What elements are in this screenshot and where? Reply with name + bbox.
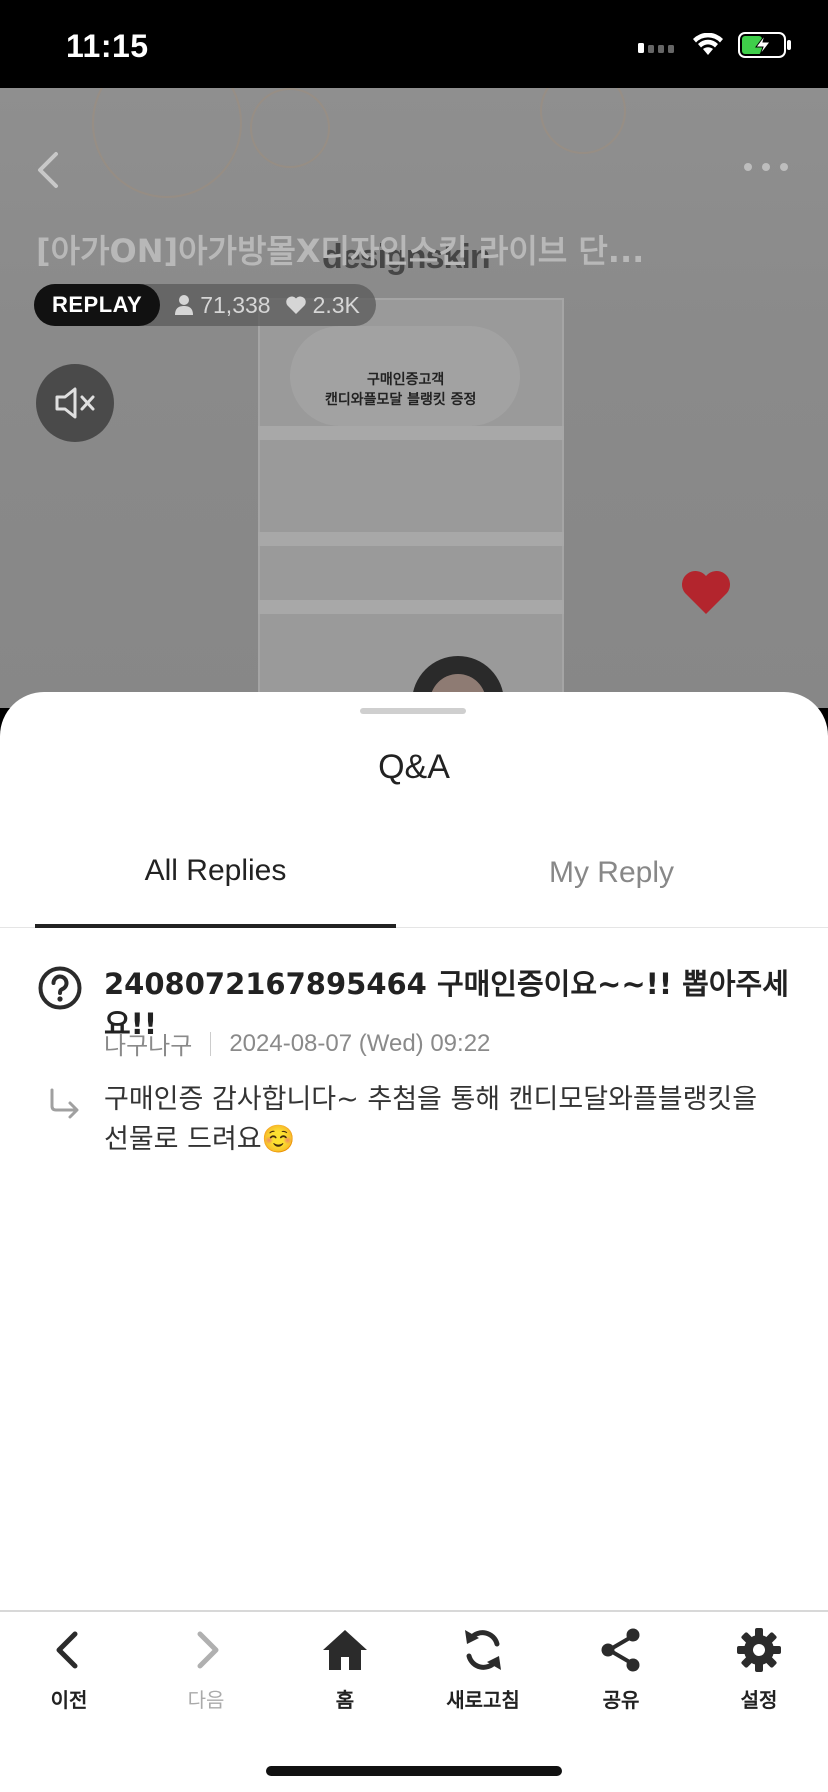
- share-icon: [601, 1628, 640, 1672]
- replay-badge: REPLAY: [34, 284, 161, 326]
- refresh-icon: [465, 1630, 501, 1670]
- speaker-muted-icon: [55, 387, 95, 419]
- heart-icon: [285, 296, 306, 314]
- signal-icon: [638, 43, 674, 53]
- ornament-shape: [540, 88, 626, 154]
- wifi-icon: [693, 33, 723, 55]
- reply-text: 구매인증 감사합니다~ 추첨을 통해 캔디모달와플블랭킷을 선물로 드려요☺️: [104, 1084, 758, 1155]
- chevron-right-icon: [197, 1631, 219, 1669]
- question-icon: [38, 966, 82, 1010]
- meta-divider: [210, 1031, 212, 1056]
- status-bar: 11:15: [0, 0, 828, 88]
- home-icon: [323, 1630, 367, 1670]
- ornament-shape: [250, 88, 330, 168]
- nav-previous-label: 이전: [50, 1688, 88, 1712]
- question-author: 나구나구: [104, 1033, 193, 1060]
- status-icons: [638, 32, 792, 58]
- video-stats: REPLAY 71,338 2.3K: [34, 284, 376, 326]
- nav-previous[interactable]: 이전: [9, 1626, 129, 1713]
- nav-share[interactable]: 공유: [561, 1626, 681, 1713]
- mute-button[interactable]: [36, 364, 114, 442]
- video-title: [아가ON]아가방몰X디자인스킨 라이브 단...: [36, 232, 645, 270]
- status-time: 11:15: [66, 28, 149, 64]
- like-count: 2.3K: [285, 292, 360, 319]
- question-datetime: 2024-08-07 (Wed) 09:22: [229, 1029, 491, 1057]
- nav-settings-label: 설정: [740, 1688, 778, 1712]
- nav-home[interactable]: 홈: [285, 1626, 405, 1713]
- more-options-icon[interactable]: [744, 160, 788, 174]
- nav-refresh-label: 새로고침: [446, 1688, 520, 1712]
- tab-all-replies[interactable]: All Replies: [35, 818, 396, 928]
- background-poster-text: 구매인증고객 캔디와플모달 블랭킷 증정: [325, 372, 477, 408]
- back-icon[interactable]: [30, 146, 66, 194]
- nav-settings[interactable]: 설정: [699, 1626, 819, 1713]
- nav-share-label: 공유: [602, 1688, 640, 1712]
- home-indicator[interactable]: [266, 1766, 562, 1776]
- nav-next[interactable]: 다음: [146, 1626, 266, 1713]
- bottom-navigation: 이전 다음 홈 새로고침 공유 설정: [0, 1610, 828, 1792]
- reply-arrow-icon: [50, 1088, 79, 1119]
- nav-next-label: 다음: [187, 1688, 225, 1712]
- question-meta: 나구나구 2024-08-07 (Wed) 09:22: [104, 1026, 490, 1061]
- chevron-left-icon: [56, 1631, 78, 1669]
- sheet-title: Q&A: [378, 748, 450, 786]
- floating-heart-icon: [681, 570, 731, 614]
- person-icon: [175, 295, 194, 315]
- tab-my-reply[interactable]: My Reply: [430, 818, 793, 928]
- qa-tabs: All Replies My Reply: [0, 818, 828, 928]
- viewer-count: 71,338: [174, 292, 271, 319]
- battery-charging-icon: [738, 32, 791, 58]
- nav-home-label: 홈: [335, 1688, 355, 1712]
- gear-icon: [737, 1628, 781, 1672]
- live-video[interactable]: designskin 구매인증고객 캔디와플모달 블랭킷 증정 [아가ON]아가…: [0, 88, 828, 708]
- nav-refresh[interactable]: 새로고침: [423, 1626, 543, 1713]
- sheet-drag-handle[interactable]: [360, 708, 466, 714]
- ornament-shape: [92, 88, 242, 198]
